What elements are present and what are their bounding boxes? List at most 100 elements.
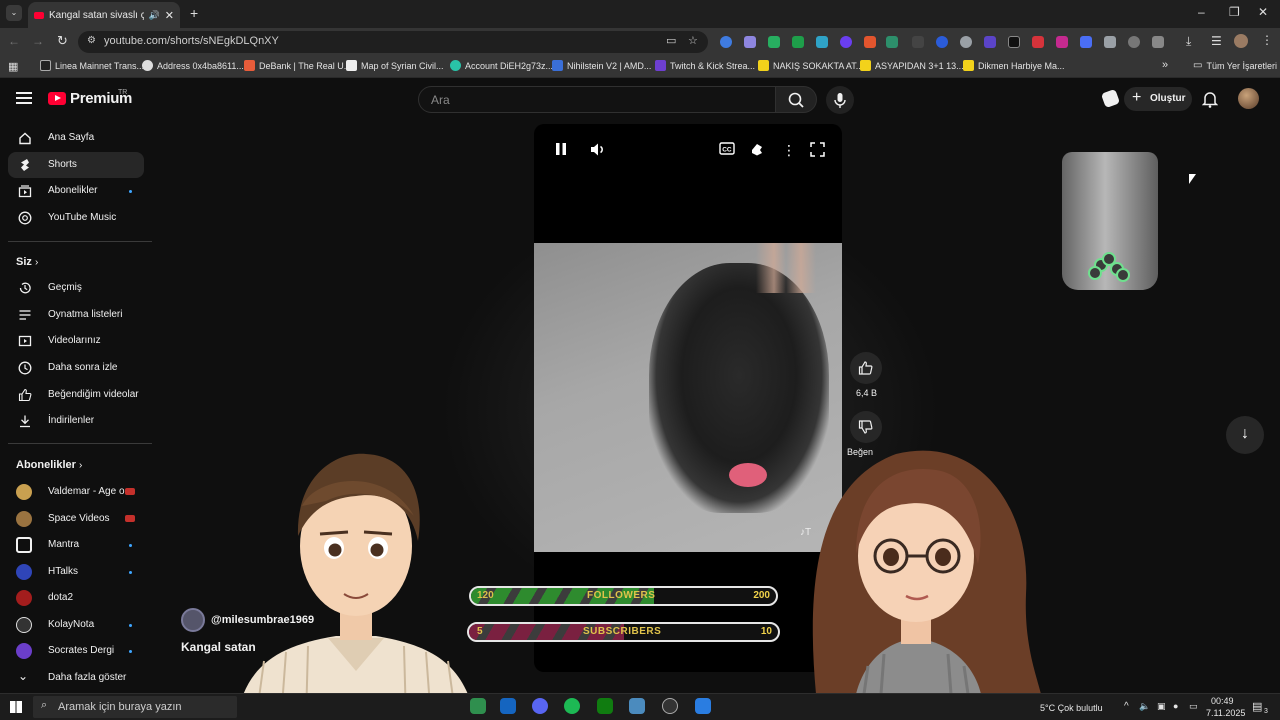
bookmark-item[interactable]: Account DiEH2g73z... — [450, 60, 553, 71]
voice-search-button[interactable] — [826, 86, 854, 114]
you-section-heading[interactable]: Siz › — [16, 256, 38, 268]
extension-icon[interactable] — [768, 36, 780, 48]
fullscreen-button[interactable] — [810, 142, 825, 160]
sidebar-item-watch-later[interactable]: Daha sonra izle — [8, 355, 144, 381]
notifications-icon[interactable]: ▤ — [1252, 700, 1262, 713]
captions-button[interactable]: CC — [719, 142, 735, 158]
apps-grid-icon[interactable]: ▦ — [8, 60, 18, 73]
subscription-item[interactable]: KolayNota — [8, 612, 144, 638]
extension-icon[interactable] — [936, 36, 948, 48]
bookmark-item[interactable]: Nihilstein V2 | AMD... — [552, 60, 651, 71]
subscription-item[interactable]: HTalks — [8, 559, 144, 585]
bookmark-item[interactable]: NAKIŞ SOKAKTA AT... — [758, 60, 863, 71]
dislike-button[interactable] — [850, 411, 882, 443]
tab-list-button[interactable]: ⌄ — [6, 5, 22, 21]
tray-chevron-icon[interactable]: ^ — [1124, 701, 1129, 712]
pause-button[interactable] — [555, 142, 567, 159]
xbox-icon[interactable] — [597, 698, 613, 714]
minimize-button[interactable]: – — [1198, 5, 1205, 19]
extension-icon[interactable] — [720, 36, 732, 48]
subscriptions-heading[interactable]: Abonelikler › — [16, 459, 82, 471]
forward-button[interactable]: → — [32, 34, 44, 48]
maximize-button[interactable]: ❐ — [1229, 5, 1240, 19]
sidebar-item-downloads[interactable]: İndirilenler — [8, 408, 144, 434]
volume-button[interactable] — [590, 142, 607, 160]
speaker-icon[interactable]: 🔈 — [1139, 701, 1150, 712]
obs-icon[interactable] — [662, 698, 678, 714]
clock-time[interactable]: 00:49 — [1211, 696, 1234, 706]
subscription-item[interactable]: Socrates Dergi — [8, 638, 144, 664]
discord-icon[interactable] — [532, 698, 548, 714]
close-window-button[interactable]: ✕ — [1258, 5, 1268, 19]
spotify-icon[interactable] — [564, 698, 580, 714]
more-options-icon[interactable]: ⋮ — [782, 142, 796, 159]
tab-close-icon[interactable]: ✕ — [165, 9, 174, 22]
subscription-item[interactable]: Mantra — [8, 532, 144, 558]
browser-menu-icon[interactable]: ⋮ — [1261, 33, 1273, 47]
bookmark-item[interactable]: ASYAPIDAN 3+1 13... — [860, 60, 964, 71]
bookmark-item[interactable]: Linea Mainnet Trans... — [40, 60, 144, 71]
extension-icon[interactable] — [886, 36, 898, 48]
hamburger-menu-icon[interactable] — [16, 92, 32, 107]
shorts-remix-icon[interactable] — [1100, 88, 1121, 109]
reading-list-icon[interactable]: ☰ — [1211, 34, 1222, 48]
subscription-item[interactable]: Space Videos — [8, 506, 144, 532]
create-button[interactable]: + Oluştur — [1124, 87, 1192, 111]
extension-icon[interactable] — [1056, 36, 1068, 48]
extension-icon[interactable] — [1104, 36, 1116, 48]
taskbar-app-icon[interactable] — [470, 698, 486, 714]
sidebar-item-subscriptions[interactable]: Abonelikler — [8, 178, 144, 204]
windows-start-icon[interactable] — [10, 701, 22, 713]
extension-icon[interactable] — [744, 36, 756, 48]
taskbar-app-icon[interactable] — [629, 698, 645, 714]
extension-icon[interactable] — [816, 36, 828, 48]
more-bookmarks-chevron-icon[interactable]: » — [1162, 59, 1168, 71]
extension-icon[interactable] — [1128, 36, 1140, 48]
back-button[interactable]: ← — [8, 34, 20, 48]
outlook-icon[interactable] — [500, 698, 516, 714]
extension-icon[interactable] — [1080, 36, 1092, 48]
sidebar-item-home[interactable]: Ana Sayfa — [8, 125, 144, 151]
extension-icon[interactable] — [984, 36, 996, 48]
next-short-button[interactable]: ↓ — [1226, 416, 1264, 454]
sidebar-item-shorts[interactable]: Shorts — [8, 152, 144, 178]
extension-icon[interactable] — [864, 36, 876, 48]
site-info-icon[interactable]: ⚙ — [87, 35, 96, 46]
downloads-icon[interactable]: ⤓ — [1186, 34, 1191, 49]
search-input[interactable]: Ara — [418, 86, 776, 113]
notifications-bell-icon[interactable] — [1202, 90, 1218, 108]
all-bookmarks-folder[interactable]: ▭ Tüm Yer İşaretleri — [1193, 60, 1277, 71]
search-button[interactable] — [775, 86, 817, 113]
sidebar-item-history[interactable]: Geçmiş — [8, 275, 144, 301]
extension-icon[interactable] — [912, 36, 924, 48]
extensions-puzzle-icon[interactable] — [1152, 36, 1164, 48]
extension-icon[interactable] — [1008, 36, 1020, 48]
sidebar-item-youtube-music[interactable]: YouTube Music — [8, 205, 144, 231]
sidebar-item-liked-videos[interactable]: Beğendiğim videolar — [8, 382, 144, 408]
tray-app-icon[interactable]: ▣ — [1157, 701, 1166, 712]
sidebar-item-playlists[interactable]: Oynatma listeleri — [8, 302, 144, 328]
show-more-button[interactable]: ⌄ Daha fazla göster — [8, 665, 144, 691]
taskbar-search-input[interactable]: ⌕ Aramak için buraya yazın — [33, 696, 237, 718]
extension-icon[interactable] — [792, 36, 804, 48]
bookmark-item[interactable]: Map of Syrian Civil... — [346, 60, 444, 71]
remix-button[interactable] — [749, 142, 765, 160]
like-button[interactable] — [850, 352, 882, 384]
address-bar[interactable]: ⚙ youtube.com/shorts/sNEgkDLQnXY ▭ ☆ — [78, 31, 708, 53]
profile-avatar[interactable] — [1234, 34, 1248, 48]
extension-icon[interactable] — [960, 36, 972, 48]
network-icon[interactable]: ▭ — [1189, 701, 1198, 712]
extension-icon[interactable] — [1032, 36, 1044, 48]
subscription-item[interactable]: dota2 — [8, 585, 144, 611]
weather-widget[interactable]: 5°C Çok bulutlu — [1040, 703, 1103, 713]
extension-icon[interactable] — [840, 36, 852, 48]
microphone-icon[interactable]: ● — [1173, 701, 1178, 711]
subscription-item[interactable]: Valdemar - Age o... — [8, 479, 144, 505]
bookmark-item[interactable]: DeBank | The Real U... — [244, 60, 351, 71]
bookmark-star-icon[interactable]: ☆ — [688, 34, 698, 47]
bookmark-item[interactable]: Dikmen Harbiye Ma... — [963, 60, 1065, 71]
new-tab-button[interactable]: + — [190, 5, 198, 21]
bookmark-item[interactable]: Address 0x4ba8611... — [142, 60, 244, 71]
taskbar-app-icon[interactable] — [695, 698, 711, 714]
install-app-icon[interactable]: ▭ — [666, 34, 676, 47]
